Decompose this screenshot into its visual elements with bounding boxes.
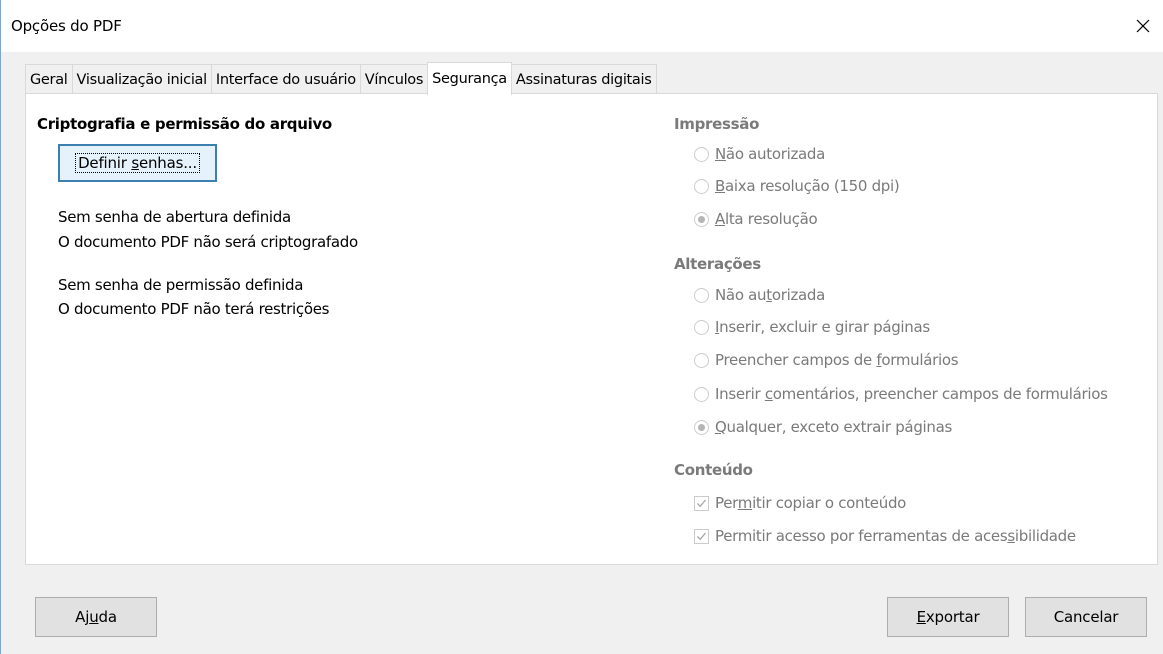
tab-initial-view[interactable]: Visualização inicial <box>71 64 212 94</box>
label-part: Preencher campos de <box>715 351 877 369</box>
radio-button-selected[interactable] <box>694 419 709 435</box>
allow-copy-content-option[interactable]: Permitir copiar o conteúdo <box>694 494 906 512</box>
changes-insert-delete-rotate-option[interactable]: Inserir, excluir e girar páginas <box>694 318 930 336</box>
option-label: Preencher campos de formulários <box>715 351 959 369</box>
tab-security[interactable]: Segurança <box>427 62 512 95</box>
radio-button[interactable] <box>694 386 709 402</box>
mnemonic: c <box>764 385 773 403</box>
radio-button[interactable] <box>694 178 709 194</box>
label-part: ualquer, exceto extrair páginas <box>726 418 953 436</box>
cancel-button[interactable]: Cancelar <box>1025 597 1147 637</box>
label-part: nserir, excluir e girar páginas <box>719 318 930 336</box>
label-part: Não au <box>715 286 767 304</box>
printing-high-resolution-option[interactable]: Alta resolução <box>694 210 818 228</box>
allow-accessibility-tools-option[interactable]: Permitir acesso por ferramentas de acess… <box>694 527 1076 545</box>
close-button[interactable] <box>1123 8 1163 44</box>
radio-button[interactable] <box>694 319 709 335</box>
label-part: lta resolução <box>724 210 818 228</box>
content-heading: Conteúdo <box>674 461 753 479</box>
label-part: itir copiar o conteúdo <box>752 494 907 512</box>
close-icon <box>1136 19 1150 33</box>
tab-label: Interface do usuário <box>215 71 356 88</box>
tab-label: Segurança <box>432 71 507 87</box>
label-part: ormulários <box>881 351 959 369</box>
set-passwords-label: Definir senhas... <box>75 153 200 173</box>
option-label: Inserir comentários, preencher campos de… <box>715 385 1108 403</box>
label-part: xportar <box>925 608 980 626</box>
mnemonic: s <box>131 154 139 172</box>
tab-user-interface[interactable]: Interface do usuário <box>210 64 361 94</box>
changes-heading: Alterações <box>674 255 761 273</box>
radio-button[interactable] <box>694 146 709 162</box>
label-part: Per <box>715 494 738 512</box>
label-part: da <box>98 608 118 626</box>
checkbox-checked[interactable] <box>694 528 709 544</box>
label-part: enhas... <box>138 154 197 172</box>
option-label: Permitir copiar o conteúdo <box>715 494 906 512</box>
changes-fill-forms-option[interactable]: Preencher campos de formulários <box>694 351 959 369</box>
radio-button[interactable] <box>694 352 709 368</box>
mnemonic: u <box>89 608 99 626</box>
label-part: Aj <box>75 608 90 626</box>
mnemonic: A <box>715 210 725 228</box>
export-button[interactable]: Exportar <box>887 597 1009 637</box>
checkbox-checked[interactable] <box>694 495 709 511</box>
tab-general[interactable]: Geral <box>25 64 73 94</box>
radio-button-selected[interactable] <box>694 211 709 227</box>
mnemonic: N <box>715 145 726 163</box>
checkmark-icon <box>697 532 706 540</box>
label-part: ibilidade <box>1014 527 1076 545</box>
printing-low-resolution-option[interactable]: Baixa resolução (150 dpi) <box>694 177 900 195</box>
option-label: Baixa resolução (150 dpi) <box>715 177 900 195</box>
option-label: Alta resolução <box>715 210 818 228</box>
label-part: Permitir acesso por ferramentas de aces <box>715 527 1008 545</box>
changes-comment-fill-forms-option[interactable]: Inserir comentários, preencher campos de… <box>694 385 1108 403</box>
mnemonic: m <box>737 494 753 512</box>
label-part: aixa resolução (150 dpi) <box>725 177 900 195</box>
tab-label: Visualização inicial <box>76 71 208 88</box>
security-panel: Criptografia e permissão do arquivo Defi… <box>25 93 1158 565</box>
open-password-detail: O documento PDF não será criptografado <box>58 233 358 251</box>
option-label: Não autorizada <box>715 286 825 304</box>
encryption-heading: Criptografia e permissão do arquivo <box>37 115 332 133</box>
permission-password-status: Sem senha de permissão definida <box>58 276 304 294</box>
set-passwords-button[interactable]: Definir senhas... <box>58 144 217 182</box>
option-label: Não autorizada <box>715 145 825 163</box>
option-label: Permitir acesso por ferramentas de acess… <box>715 527 1076 545</box>
help-label: Ajuda <box>75 608 117 626</box>
label-part: orizada <box>771 286 826 304</box>
permission-password-detail: O documento PDF não terá restrições <box>58 300 330 318</box>
label-part: Definir <box>78 154 132 172</box>
mnemonic: B <box>715 177 725 195</box>
changes-not-permitted-option[interactable]: Não autorizada <box>694 286 825 304</box>
mnemonic: Q <box>715 418 727 436</box>
export-label: Exportar <box>917 608 980 626</box>
label-part: Inserir <box>715 385 765 403</box>
tab-digital-signatures[interactable]: Assinaturas digitais <box>510 64 657 94</box>
option-label: Qualquer, exceto extrair páginas <box>715 418 952 436</box>
open-password-status: Sem senha de abertura definida <box>58 208 291 226</box>
option-label: Inserir, excluir e girar páginas <box>715 318 930 336</box>
help-button[interactable]: Ajuda <box>35 597 157 637</box>
label-part: ão autorizada <box>725 145 826 163</box>
tab-bar: Geral Visualização inicial Interface do … <box>25 62 657 95</box>
mnemonic: s <box>1007 527 1015 545</box>
radio-button[interactable] <box>694 287 709 303</box>
cancel-label: Cancelar <box>1053 608 1119 626</box>
printing-not-permitted-option[interactable]: Não autorizada <box>694 145 825 163</box>
label-part: omentários, preencher campos de formulár… <box>772 385 1108 403</box>
tab-label: Geral <box>30 71 68 88</box>
mnemonic: E <box>916 608 926 626</box>
title-bar: Opções do PDF <box>1 0 1163 52</box>
checkmark-icon <box>697 499 706 507</box>
tab-label: Assinaturas digitais <box>515 71 652 88</box>
tab-label: Vínculos <box>364 71 424 88</box>
tab-links[interactable]: Vínculos <box>359 64 429 94</box>
printing-heading: Impressão <box>674 115 760 133</box>
pdf-options-dialog: Opções do PDF Geral Visualização inicial… <box>0 0 1163 654</box>
window-title: Opções do PDF <box>11 17 122 35</box>
changes-any-except-extract-option[interactable]: Qualquer, exceto extrair páginas <box>694 418 952 436</box>
